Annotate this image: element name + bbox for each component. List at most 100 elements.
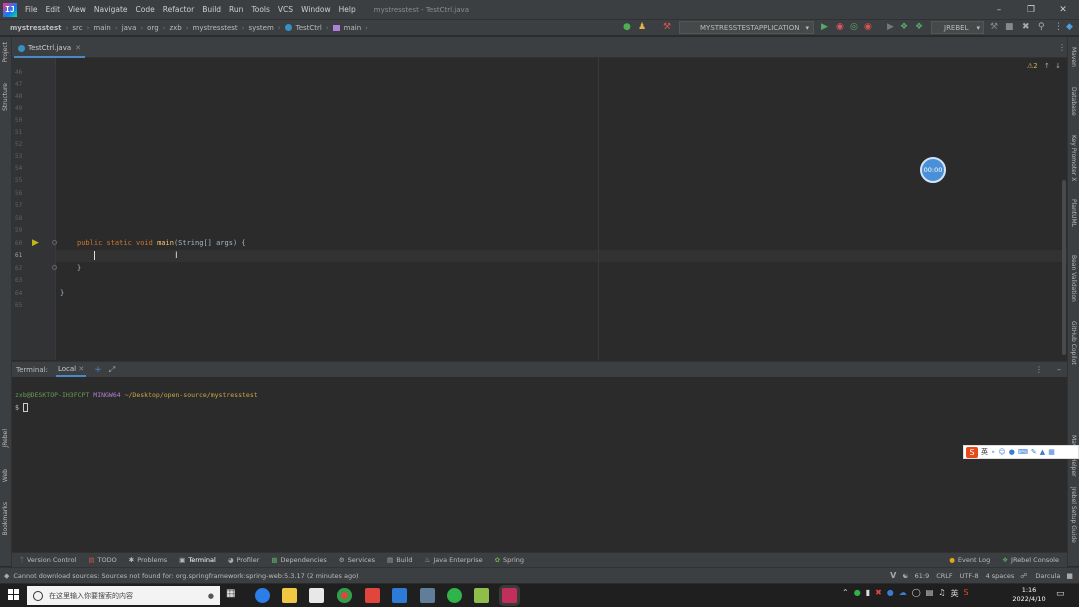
ime-tools-icon[interactable]: ✎	[1031, 448, 1037, 456]
debug-icon[interactable]: ◉	[836, 22, 844, 33]
strip-database[interactable]: Database	[1070, 87, 1077, 116]
menu-refactor[interactable]: Refactor	[159, 5, 198, 14]
tw-build[interactable]: ▤ Build	[381, 556, 418, 564]
ime-lang[interactable]: 英	[981, 447, 988, 457]
tray-ime-lang[interactable]: 英	[950, 588, 958, 599]
jrebel-debug-icon[interactable]: ❖	[915, 22, 923, 33]
remote-desktop-icon[interactable]	[392, 588, 407, 603]
timer-widget[interactable]: 00:00	[920, 157, 946, 183]
next-highlight-icon[interactable]: ↓	[1055, 62, 1061, 70]
vim-icon[interactable]: V	[890, 571, 896, 580]
strip-plantuml[interactable]: PlantUML	[1070, 199, 1077, 227]
code-editor[interactable]	[12, 58, 1067, 360]
strip-jrebel[interactable]: JRebel	[2, 429, 9, 448]
tray-cloud-icon[interactable]: ☁	[899, 588, 907, 599]
jrebel-run-icon[interactable]: ❖	[900, 22, 908, 33]
tw-dependencies[interactable]: ▩ Dependencies	[265, 556, 332, 564]
lock-icon[interactable]: ☍	[1020, 572, 1027, 580]
strip-jrebel-guide[interactable]: Jrebel Setup Guide	[1070, 487, 1077, 543]
file-explorer-icon[interactable]	[282, 588, 297, 603]
taskbar-clock[interactable]: 1:16 2022/4/10	[1010, 586, 1048, 604]
tw-todo[interactable]: ▤ TODO	[82, 556, 122, 564]
crumb-mystresstest[interactable]: mystresstest	[191, 24, 240, 32]
profile-icon[interactable]: ◉	[864, 22, 872, 33]
intellij-logo-icon[interactable]: IJ	[3, 2, 17, 17]
microphone-icon[interactable]: ●	[208, 592, 214, 600]
tw-problems[interactable]: ✱ Problems	[123, 556, 173, 564]
ime-grid-icon[interactable]: ▦	[1048, 448, 1055, 456]
indent-setting[interactable]: 4 spaces	[986, 572, 1015, 580]
close-tab-icon[interactable]: ✕	[75, 44, 81, 52]
wechat-icon[interactable]	[447, 588, 462, 603]
strip-key-promoter[interactable]: Key Promoter X	[1070, 135, 1077, 181]
theme-name[interactable]: Darcula	[1035, 572, 1060, 580]
crumb-system[interactable]: system	[246, 24, 275, 32]
ime-toolbar[interactable]: S 英 ∘ ☺ ● ⌨ ✎ ▲ ▦	[963, 445, 1079, 459]
mic-icon[interactable]: ●	[1009, 448, 1015, 456]
keyboard-icon[interactable]: ⌨	[1018, 448, 1028, 456]
strip-web[interactable]: Web	[2, 469, 9, 482]
coverage-icon[interactable]: ◎	[850, 22, 858, 33]
strip-maven[interactable]: Maven	[1070, 47, 1077, 67]
run-icon[interactable]: ▶	[821, 22, 828, 33]
tray-shield-icon[interactable]: ◯	[912, 588, 921, 599]
task-view-icon[interactable]: ▦	[226, 588, 241, 603]
run-disabled-icon[interactable]: ▶	[887, 22, 894, 33]
windows-start-icon[interactable]	[8, 589, 19, 600]
stop-icon[interactable]: ■	[1005, 22, 1014, 33]
punct-icon[interactable]: ∘	[991, 448, 995, 456]
search-icon[interactable]: ⚲	[1038, 22, 1045, 33]
tray-bluetooth-icon[interactable]: ●	[887, 588, 894, 599]
menu-navigate[interactable]: Navigate	[90, 5, 132, 14]
crumb-testctrl[interactable]: TestCtrl	[294, 24, 324, 32]
crumb-main[interactable]: main	[91, 24, 113, 32]
run-gutter-icon[interactable]: ▶	[32, 238, 39, 248]
tray-sogou-icon[interactable]: S	[963, 588, 968, 599]
restore-icon[interactable]: ❐	[1015, 5, 1047, 15]
strip-structure[interactable]: Structure	[2, 83, 9, 111]
close-terminal-tab-icon[interactable]: ✕	[78, 365, 84, 373]
status-sync-icon[interactable]: ☯	[902, 572, 908, 580]
status-notification-icon[interactable]: ◆	[4, 572, 9, 580]
menu-edit[interactable]: Edit	[42, 5, 65, 14]
memory-indicator-icon[interactable]: ■	[1066, 572, 1073, 580]
menu-window[interactable]: Window	[297, 5, 335, 14]
intellij-taskbar-icon[interactable]	[502, 588, 517, 603]
tw-terminal[interactable]: ▣ Terminal	[173, 556, 222, 564]
run-config-select[interactable]: MYSTRESSTESTAPPLICATION ▾	[679, 21, 814, 34]
tray-volume-icon[interactable]: ♫	[938, 588, 945, 599]
strip-project[interactable]: Project	[2, 42, 9, 63]
notepad-plus-icon[interactable]	[474, 588, 489, 603]
fold-end-icon[interactable]	[52, 265, 57, 270]
terminal-output[interactable]: zxb@DESKTOP-IH3FCPT MINGW64 ~/Desktop/op…	[12, 377, 1067, 552]
vcs-update-icon[interactable]: ●	[623, 22, 631, 33]
crumb-main-method[interactable]: main	[342, 24, 364, 32]
crumb-zxb[interactable]: zxb	[167, 24, 183, 32]
tw-java-enterprise[interactable]: ♨ Java Enterprise	[419, 556, 489, 564]
inspection-widget[interactable]: ⚠2 ↑ ↓	[1027, 62, 1061, 70]
terminal-tab-local[interactable]: Local ✕	[55, 363, 87, 377]
tray-wechat-icon[interactable]: ●	[854, 588, 861, 599]
close-window-icon[interactable]: ✕	[1047, 5, 1079, 15]
hammer-build-icon[interactable]: ⚒	[990, 22, 998, 33]
line-separator[interactable]: CRLF	[936, 572, 952, 580]
hide-terminal-icon[interactable]: –	[1057, 365, 1061, 374]
menu-help[interactable]: Help	[335, 5, 360, 14]
tray-network-icon[interactable]: ▤	[926, 588, 934, 599]
tw-event-log[interactable]: ● Event Log	[943, 556, 996, 564]
translate-icon[interactable]: ✖	[1022, 22, 1030, 33]
crumb-src[interactable]: src	[70, 24, 84, 32]
user-icon[interactable]: ♟	[638, 22, 646, 33]
tw-version-control[interactable]: ᛉ Version Control	[14, 556, 82, 564]
edge-browser-icon[interactable]	[255, 588, 270, 603]
menu-vcs[interactable]: VCS	[274, 5, 297, 14]
tray-x-icon[interactable]: ✖	[875, 588, 882, 599]
caret-position[interactable]: 61:9	[915, 572, 930, 580]
prev-highlight-icon[interactable]: ↑	[1044, 62, 1050, 70]
crumb-java[interactable]: java	[120, 24, 139, 32]
java-app-icon[interactable]	[420, 588, 435, 603]
taskbar-search[interactable]: 在这里输入你要搜索的内容 ●	[27, 586, 220, 605]
notepad-icon[interactable]	[309, 588, 324, 603]
tab-menu-icon[interactable]: ⋮	[1058, 43, 1066, 52]
tw-spring[interactable]: ✿ Spring	[489, 556, 530, 564]
